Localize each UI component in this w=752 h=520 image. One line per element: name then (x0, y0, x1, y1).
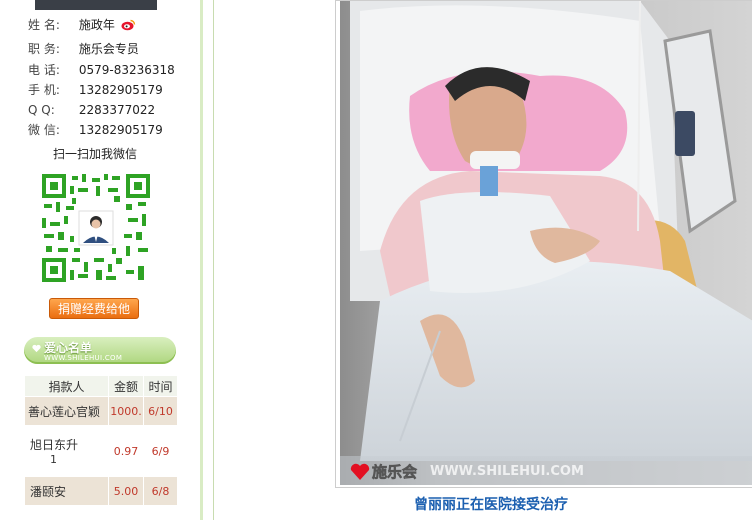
info-label: 职 务: (28, 42, 60, 56)
patient-photo: 施乐会 WWW.SHILEHUI.COM (340, 1, 752, 485)
donor-amount: 5.00 (108, 476, 144, 505)
donor-name-cell: 善心莲心官颖 (25, 396, 109, 426)
sidebar: 姓 名: 施政年 职 务: 施乐会专员 电 话: 0579-83236318 手… (0, 0, 200, 520)
info-value: 13282905179 (78, 83, 163, 97)
info-row-mobile: 手 机: 13282905179 (28, 81, 163, 99)
avatar (35, 0, 157, 10)
info-value: 2283377022 (78, 103, 156, 117)
donor-date: 6/9 (143, 425, 178, 477)
info-value: 13282905179 (78, 123, 163, 137)
donor-name-cell: 旭日东升 1 (25, 425, 109, 477)
table-row: 潘颐安 5.00 6/8 (25, 476, 178, 505)
watermark-url: WWW.SHILEHUI.COM (430, 464, 584, 479)
info-row-qq: Q Q: 2283377022 (28, 101, 155, 119)
info-row-phone: 电 话: 0579-83236318 (28, 61, 175, 79)
info-label: Q Q: (28, 103, 55, 117)
donor-amount: 0.97 (108, 425, 144, 477)
patient-photo-frame: 施乐会 WWW.SHILEHUI.COM (335, 0, 752, 488)
info-value: 施乐会专员 (78, 42, 139, 56)
donor-name-suffix: 1 (50, 453, 57, 466)
table-row: 善心莲心官颖 1000. 6/10 (25, 396, 178, 426)
info-row-wechat: 微 信: 13282905179 (28, 121, 163, 139)
info-label: 手 机: (28, 83, 60, 97)
donor-date: 6/8 (143, 476, 178, 505)
info-label: 姓 名: (28, 18, 60, 32)
donor-date: 6/10 (143, 396, 178, 426)
info-label: 电 话: (28, 63, 60, 77)
love-list-banner: 爱心名单 WWW.SHILEHUI.COM (24, 337, 176, 364)
info-value: 0579-83236318 (78, 63, 175, 77)
column-header-amount: 金额 (108, 376, 144, 397)
donor-name: 潘颐安 (25, 476, 109, 505)
weibo-icon[interactable] (121, 18, 136, 31)
donate-to-him-button[interactable]: 捐赠经费给他 (49, 298, 139, 319)
column-header-time: 时间 (143, 376, 178, 397)
donor-amount: 1000. (108, 396, 144, 426)
info-row-title: 职 务: 施乐会专员 (28, 40, 139, 58)
love-list-subtitle: WWW.SHILEHUI.COM (44, 354, 123, 362)
sidebar-divider (200, 0, 203, 520)
donor-table: 捐款人 金额 时间 善心莲心官颖 1000. 6/10 旭日东升 1 0.97 … (25, 376, 178, 505)
info-label: 微 信: (28, 123, 60, 137)
watermark-brand: 施乐会 (372, 463, 417, 481)
heart-icon (32, 344, 41, 353)
content-divider (213, 0, 214, 520)
info-row-name: 姓 名: 施政年 (28, 16, 136, 34)
column-header-donor: 捐款人 (25, 376, 109, 397)
scan-wechat-text: 扫一扫加我微信 (52, 147, 137, 161)
table-header-row: 捐款人 金额 时间 (25, 376, 178, 397)
wechat-qr-code (42, 174, 150, 282)
photo-caption: 曾丽丽正在医院接受治疗 (414, 497, 568, 513)
staff-name-link[interactable]: 施政年 (79, 18, 115, 32)
table-row: 旭日东升 1 0.97 6/9 (25, 425, 178, 477)
donor-name: 善心莲心官颖 (28, 404, 101, 419)
donor-name: 旭日东升 (30, 438, 79, 452)
